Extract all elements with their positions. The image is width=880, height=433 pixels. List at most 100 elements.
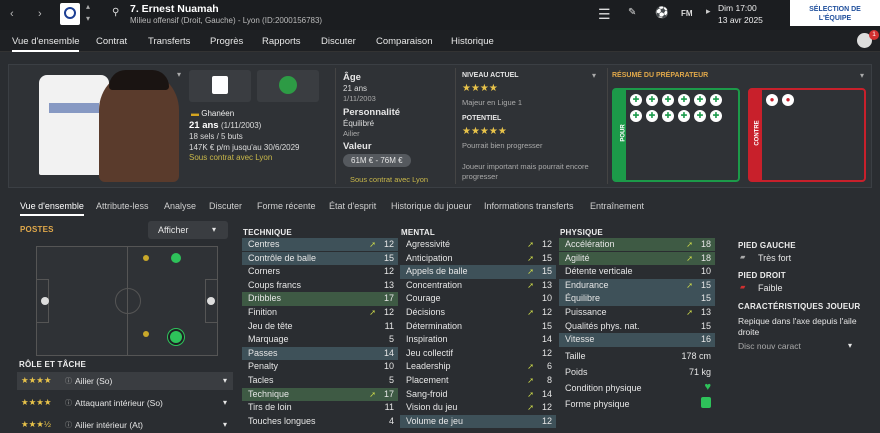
role-row[interactable]: ★★★★ ⓘ Ailier (So) ▾	[17, 372, 233, 390]
attribute-row[interactable]: Touches longues 4	[242, 415, 398, 428]
attribute-row[interactable]: Courage 10	[400, 292, 556, 305]
chevron-down-icon[interactable]: ▾	[860, 71, 864, 80]
tab-transfer-info[interactable]: Informations transferts	[484, 201, 574, 211]
attribute-row[interactable]: Technique ➚ 17	[242, 387, 398, 401]
nav-transfers[interactable]: Transferts	[148, 36, 190, 47]
attribute-row[interactable]: Marquage 5	[242, 333, 398, 346]
attribute-row[interactable]: Tacles 5	[242, 374, 398, 387]
info-icon[interactable]: ⓘ	[65, 398, 72, 408]
position-marker[interactable]	[143, 255, 149, 261]
club-logo-box[interactable]	[189, 70, 251, 102]
attribute-row[interactable]: Appels de balle ➚ 15	[400, 265, 556, 279]
nav-progress[interactable]: Progrès	[210, 36, 243, 47]
tab-discuss[interactable]: Discuter	[209, 201, 242, 211]
attribute-name: Marquage	[248, 334, 289, 345]
attribute-row[interactable]: Décisions ➚ 12	[400, 306, 556, 319]
continue-arrow-icon[interactable]: ▸	[706, 6, 711, 17]
display-dropdown[interactable]: Afficher ▾	[148, 221, 228, 239]
ball-icon[interactable]: ⚽	[655, 6, 669, 19]
info-icon[interactable]: ⓘ	[65, 420, 72, 430]
attribute-row[interactable]: Placement ➚ 8	[400, 374, 556, 387]
info-icon[interactable]: ⓘ	[65, 376, 72, 386]
attribute-row[interactable]: Endurance ➚ 15	[559, 278, 715, 293]
attribute-row[interactable]: Passes 14	[242, 346, 398, 361]
nav-overview[interactable]: Vue d'ensemble	[12, 36, 80, 52]
attribute-row[interactable]: Accélération ➚ 18	[559, 238, 715, 252]
attribute-row[interactable]: Dribbles 17	[242, 292, 398, 306]
tab-player-history[interactable]: Historique du joueur	[391, 201, 472, 211]
attribute-row[interactable]: Coups francs 13	[242, 279, 398, 292]
chevron-down-icon[interactable]: ▾	[223, 420, 227, 429]
left-foot-label: PIED GAUCHE	[738, 241, 796, 250]
tab-recent-form[interactable]: Forme récente	[257, 201, 316, 211]
chevron-down-icon[interactable]: ▾	[177, 70, 181, 79]
nav-contract[interactable]: Contrat	[96, 36, 127, 47]
attribute-row[interactable]: Centres ➚ 12	[242, 238, 398, 252]
menu-icon[interactable]: ☰	[598, 6, 611, 23]
attribute-row[interactable]: Puissance ➚ 13	[559, 306, 715, 319]
attribute-name: Courage	[406, 293, 441, 304]
attribute-row[interactable]: Jeu de tête 11	[242, 320, 398, 333]
fm-button[interactable]: FM	[681, 9, 693, 18]
back-icon[interactable]: ‹	[10, 8, 14, 20]
attribute-row[interactable]: Corners 12	[242, 265, 398, 278]
attribute-row[interactable]: Leadership ➚ 6	[400, 360, 556, 373]
chevron-up-icon[interactable]: ▴	[86, 2, 90, 11]
tab-mood[interactable]: État d'esprit	[329, 201, 376, 211]
attribute-value: 15	[541, 266, 552, 277]
positions-title[interactable]: POSTES	[20, 225, 54, 234]
attribute-row[interactable]: Agressivité ➚ 12	[400, 238, 556, 251]
strength-icon: ✚	[662, 94, 674, 106]
attribute-row[interactable]: Équilibre 15	[559, 292, 715, 306]
attribute-row[interactable]: Vitesse 16	[559, 333, 715, 347]
team-selection-button[interactable]: SÉLECTION DE L'ÉQUIPE	[790, 0, 880, 26]
attribute-row[interactable]: Agilité ➚ 18	[559, 251, 715, 265]
attribute-row[interactable]: Penalty 10	[242, 360, 398, 373]
strength-icon: ✚	[646, 94, 658, 106]
chevron-down-icon[interactable]: ▾	[86, 14, 90, 23]
contract-status: Sous contrat avec Lyon	[189, 153, 273, 162]
attribute-name: Détente verticale	[565, 266, 633, 277]
forward-icon[interactable]: ›	[38, 8, 42, 20]
attribute-row[interactable]: Finition ➚ 12	[242, 306, 398, 319]
chevron-down-icon[interactable]: ▾	[848, 341, 852, 350]
nav-reports[interactable]: Rapports	[262, 36, 301, 47]
position-marker[interactable]	[171, 253, 181, 263]
attribute-row[interactable]: Détermination 15	[400, 320, 556, 333]
nav-history[interactable]: Historique	[451, 36, 494, 47]
attribute-row[interactable]: Concentration ➚ 13	[400, 279, 556, 292]
player-title: 7. Ernest Nuamah	[130, 3, 219, 15]
position-marker[interactable]	[41, 297, 49, 305]
tab-analysis[interactable]: Analyse	[164, 201, 196, 211]
nav-comparison[interactable]: Comparaison	[376, 36, 433, 47]
chevron-down-icon[interactable]: ▾	[223, 376, 227, 385]
discover-trait[interactable]: Disc nouv caract	[738, 341, 801, 351]
attribute-row[interactable]: Tirs de loin 11	[242, 401, 398, 414]
federation-logo-box[interactable]	[257, 70, 319, 102]
role-row[interactable]: ★★★★ ⓘ Attaquant intérieur (So) ▾	[17, 394, 233, 412]
edit-icon[interactable]: ✎	[628, 7, 636, 18]
attribute-row[interactable]: Anticipation ➚ 15	[400, 252, 556, 265]
nav-discuss[interactable]: Discuter	[321, 36, 356, 47]
attribute-row[interactable]: Détente verticale 10	[559, 265, 715, 278]
tab-attribute-less[interactable]: Attribute-less	[96, 201, 149, 211]
position-marker[interactable]	[170, 331, 182, 343]
attribute-row[interactable]: Inspiration 14	[400, 333, 556, 346]
attribute-row[interactable]: Qualités phys. nat. 15	[559, 320, 715, 333]
role-stars: ★★★★	[21, 375, 52, 385]
tab-overview[interactable]: Vue d'ensemble	[20, 201, 84, 216]
attribute-row[interactable]: Volume de jeu 12	[400, 414, 556, 429]
chevron-down-icon[interactable]: ▾	[592, 71, 596, 80]
attribute-row[interactable]: Vision du jeu ➚ 12	[400, 401, 556, 414]
chevron-down-icon[interactable]: ▾	[223, 398, 227, 407]
position-marker[interactable]	[207, 297, 215, 305]
tab-training[interactable]: Entraînement	[590, 201, 644, 211]
attribute-row[interactable]: Contrôle de balle 15	[242, 251, 398, 265]
attribute-value: 12	[541, 402, 552, 413]
position-marker[interactable]	[143, 331, 149, 337]
coach-summary-title[interactable]: RÉSUMÉ DU PRÉPARATEUR	[612, 72, 708, 79]
attribute-row[interactable]: Jeu collectif 12	[400, 347, 556, 360]
role-row[interactable]: ★★★½ ⓘ Ailier intérieur (At) ▾	[17, 416, 233, 433]
search-icon[interactable]: ⚲	[112, 7, 119, 18]
attribute-row[interactable]: Sang-froid ➚ 14	[400, 388, 556, 401]
